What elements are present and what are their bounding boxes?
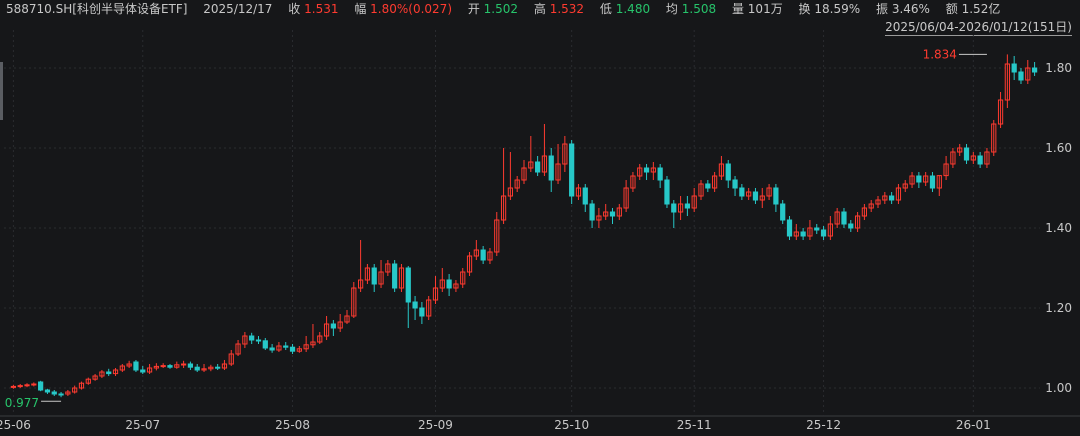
chart-window: 588710.SH[科创半导体设备ETF] 2025/12/17 收 1.531… bbox=[0, 0, 1080, 436]
candle-body bbox=[773, 187, 779, 205]
candle-body bbox=[187, 363, 194, 368]
candle-body bbox=[480, 249, 486, 261]
x-tick-label: 25-06 bbox=[0, 418, 31, 432]
candle-body bbox=[269, 347, 275, 351]
y-tick-label: 1.20 bbox=[1045, 301, 1072, 315]
high-annotation-label: 1.834 bbox=[923, 47, 957, 61]
candle-body bbox=[1031, 67, 1038, 73]
candle-body bbox=[671, 203, 677, 213]
x-tick-label: 25-09 bbox=[418, 418, 453, 432]
candle-body bbox=[283, 345, 289, 348]
candle-body bbox=[916, 175, 922, 183]
low-annotation-label: 0.977 bbox=[5, 396, 39, 410]
candle-body bbox=[106, 371, 112, 375]
candle-body bbox=[548, 155, 554, 181]
candle-body bbox=[215, 366, 221, 369]
candle-body bbox=[643, 167, 650, 173]
candle-body bbox=[10, 385, 17, 388]
candle-body bbox=[405, 267, 411, 303]
candle-body bbox=[371, 267, 377, 285]
candle-body bbox=[255, 339, 262, 342]
candle-body bbox=[24, 384, 30, 387]
candle-body bbox=[609, 211, 616, 217]
candle-body bbox=[133, 361, 139, 371]
candle-body bbox=[848, 223, 854, 229]
y-tick-label: 1.40 bbox=[1045, 221, 1072, 235]
candle-body bbox=[569, 143, 575, 197]
candlestick-chart[interactable]: 1.00 1.20 1.40 1.60 1.80 25-06 25-07 25-08 25-09… bbox=[0, 0, 1080, 436]
y-tick-label: 1.80 bbox=[1045, 61, 1072, 75]
candle-body bbox=[752, 191, 759, 201]
candle-body bbox=[963, 147, 970, 161]
x-tick-label: 25-10 bbox=[554, 418, 589, 432]
candle-body bbox=[780, 203, 786, 221]
candle-body bbox=[330, 323, 336, 329]
candle-body bbox=[814, 227, 820, 231]
candle-body bbox=[180, 363, 187, 366]
candle-body bbox=[392, 263, 398, 289]
candle-body bbox=[194, 366, 200, 371]
candle-body bbox=[44, 389, 51, 393]
candle-body bbox=[739, 187, 745, 197]
candle-body bbox=[582, 187, 588, 205]
candle-body bbox=[249, 335, 255, 341]
candle-body bbox=[820, 229, 827, 237]
candle-body bbox=[684, 203, 691, 209]
candle-body bbox=[1018, 71, 1024, 81]
candle-body bbox=[705, 183, 711, 189]
x-tick-label: 25-11 bbox=[677, 418, 712, 432]
candle-body bbox=[167, 365, 173, 368]
candle-body bbox=[160, 365, 166, 368]
y-tick-label: 1.00 bbox=[1045, 381, 1072, 395]
candle-body bbox=[977, 155, 983, 165]
x-tick-label: 25-12 bbox=[806, 418, 841, 432]
candle-body bbox=[725, 163, 731, 181]
x-tick-label: 26-01 bbox=[956, 418, 991, 432]
candle-body bbox=[412, 301, 418, 309]
candle-body bbox=[419, 307, 425, 317]
candle-body bbox=[31, 383, 37, 386]
candle-body bbox=[657, 167, 663, 181]
candle-body bbox=[1011, 63, 1017, 73]
candle-body bbox=[262, 340, 268, 349]
y-tick-label: 1.60 bbox=[1045, 141, 1072, 155]
candle-body bbox=[589, 203, 595, 221]
candle-body bbox=[535, 161, 541, 173]
candle-body bbox=[800, 231, 806, 237]
candle-body bbox=[17, 385, 23, 388]
candle-body bbox=[38, 381, 44, 391]
candle-body bbox=[841, 211, 847, 225]
candle-body bbox=[446, 279, 452, 289]
candle-body bbox=[664, 179, 670, 205]
candle-body bbox=[289, 346, 296, 352]
x-tick-label: 25-07 bbox=[125, 418, 160, 432]
candle-body bbox=[732, 179, 738, 189]
candle-body bbox=[58, 393, 64, 396]
candle-body bbox=[929, 175, 936, 189]
candle-body bbox=[51, 391, 57, 395]
candle-body bbox=[786, 219, 793, 237]
x-tick-label: 25-08 bbox=[275, 418, 310, 432]
candle-body bbox=[140, 369, 146, 373]
candle-body bbox=[889, 195, 895, 201]
